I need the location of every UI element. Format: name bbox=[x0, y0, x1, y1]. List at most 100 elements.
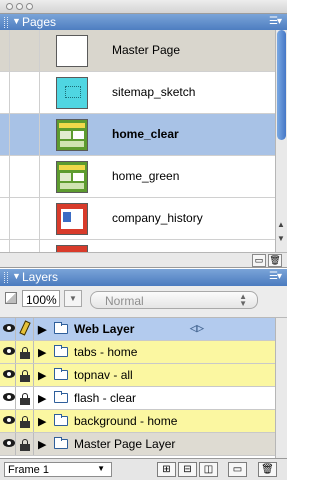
blend-mode-value: Normal bbox=[105, 294, 144, 308]
page-name: sitemap_sketch bbox=[112, 85, 196, 99]
layers-scrollbar[interactable] bbox=[275, 318, 287, 458]
frame-select[interactable]: Frame 1 ▼ bbox=[4, 462, 112, 477]
folder-icon bbox=[54, 414, 68, 426]
page-thumbnail bbox=[56, 245, 88, 252]
eye-icon[interactable] bbox=[3, 393, 15, 401]
close-window-button[interactable] bbox=[6, 3, 13, 10]
grip-icon[interactable] bbox=[4, 17, 8, 28]
page-name: Master Page bbox=[112, 43, 181, 57]
layer-name: Master Page Layer bbox=[74, 437, 176, 451]
page-row-gutter bbox=[0, 30, 10, 71]
page-row-gutter bbox=[0, 156, 10, 197]
page-thumbnail bbox=[56, 77, 88, 109]
frame-select-value: Frame 1 bbox=[8, 464, 49, 476]
page-thumbnail bbox=[56, 203, 88, 235]
folder-icon bbox=[54, 322, 68, 334]
eye-icon[interactable] bbox=[3, 347, 15, 355]
expand-arrow-icon[interactable]: ▶ bbox=[38, 392, 46, 405]
layer-name: background - home bbox=[74, 414, 178, 428]
add-mask-icon[interactable]: ◫ bbox=[199, 462, 218, 477]
layer-row-web-layer[interactable]: ▶ Web Layer ◁▷ bbox=[0, 318, 275, 341]
layer-row-background-home[interactable]: ▶ background - home bbox=[0, 410, 275, 433]
blend-mode-select[interactable]: Normal ▲ ▼ bbox=[90, 291, 258, 309]
pages-scrollbar[interactable]: ▲ ▼ bbox=[275, 30, 287, 252]
panel-options-menu-icon[interactable]: ☰▾ bbox=[269, 16, 282, 27]
grip-icon[interactable] bbox=[4, 272, 8, 283]
layers-footer: Frame 1 ▼ ⊞ ⊟ ◫ ▭ 🗑 bbox=[0, 458, 287, 480]
pages-scroll-thumb[interactable] bbox=[277, 30, 286, 140]
layer-name: Web Layer bbox=[74, 322, 135, 336]
layers-controls: 100% ▼ Normal ▲ ▼ bbox=[0, 286, 287, 318]
scroll-down-arrow-icon[interactable]: ▼ bbox=[277, 234, 285, 243]
page-row-gutter bbox=[0, 72, 10, 113]
page-row-column bbox=[10, 114, 40, 155]
page-thumbnail bbox=[56, 119, 88, 151]
page-row-column bbox=[10, 30, 40, 71]
eye-icon[interactable] bbox=[3, 324, 15, 332]
delete-layer-icon[interactable]: 🗑 bbox=[258, 462, 277, 477]
layer-name: flash - clear bbox=[74, 391, 137, 405]
panel-options-menu-icon[interactable]: ☰▾ bbox=[269, 271, 282, 282]
delete-page-icon[interactable]: 🗑 bbox=[268, 254, 282, 267]
folder-icon bbox=[54, 368, 68, 380]
new-sub-layer-icon[interactable]: ⊞ bbox=[157, 462, 176, 477]
folder-icon bbox=[54, 437, 68, 449]
page-thumbnail bbox=[56, 35, 88, 67]
lock-icon[interactable] bbox=[20, 370, 30, 382]
folder-icon bbox=[54, 345, 68, 357]
expand-arrow-icon[interactable]: ▶ bbox=[38, 415, 46, 428]
lock-icon[interactable] bbox=[20, 439, 30, 451]
minimize-window-button[interactable] bbox=[16, 3, 23, 10]
page-row-company-history[interactable]: company_history bbox=[0, 198, 275, 240]
folder-icon bbox=[54, 391, 68, 403]
layer-row-flash-clear[interactable]: ▶ flash - clear bbox=[0, 387, 275, 410]
share-across-frames-icon[interactable]: ◁▷ bbox=[190, 323, 204, 334]
page-row-partial[interactable] bbox=[0, 240, 275, 252]
layers-list: ▶ Web Layer ◁▷ ▶ tabs - home ▶ topnav - … bbox=[0, 318, 287, 458]
pencil-icon bbox=[18, 321, 30, 337]
layer-name: topnav - all bbox=[74, 368, 133, 382]
lock-icon[interactable] bbox=[20, 393, 30, 405]
collapse-triangle-icon[interactable]: ▼ bbox=[12, 16, 21, 26]
zoom-window-button[interactable] bbox=[26, 3, 33, 10]
page-name: home_green bbox=[112, 169, 180, 183]
collapse-triangle-icon[interactable]: ▼ bbox=[12, 271, 21, 281]
layer-row-tabs-home[interactable]: ▶ tabs - home bbox=[0, 341, 275, 364]
expand-arrow-icon[interactable]: ▶ bbox=[38, 438, 46, 451]
eye-icon[interactable] bbox=[3, 439, 15, 447]
new-bitmap-image-icon[interactable]: ▭ bbox=[228, 462, 247, 477]
pages-panel-title: Pages bbox=[22, 15, 57, 29]
page-row-master-page[interactable]: Master Page bbox=[0, 30, 275, 72]
layer-name: tabs - home bbox=[74, 345, 138, 359]
scroll-up-arrow-icon[interactable]: ▲ bbox=[277, 220, 285, 229]
eye-icon[interactable] bbox=[3, 416, 15, 424]
select-chevron-icon: ▲ ▼ bbox=[239, 292, 247, 308]
page-row-column bbox=[10, 156, 40, 197]
new-page-icon[interactable]: ▭ bbox=[252, 254, 266, 267]
page-row-gutter bbox=[0, 240, 10, 252]
opacity-input[interactable]: 100% bbox=[22, 290, 60, 307]
page-row-home-clear[interactable]: home_clear bbox=[0, 114, 275, 156]
opacity-dropdown-icon[interactable]: ▼ bbox=[64, 290, 82, 307]
chevron-down-icon: ▼ bbox=[97, 464, 105, 473]
pages-panel-header[interactable]: ▼ Pages ☰▾ bbox=[0, 14, 287, 31]
opacity-icon bbox=[5, 292, 17, 304]
page-thumbnail bbox=[56, 161, 88, 193]
new-layer-icon[interactable]: ⊟ bbox=[178, 462, 197, 477]
page-row-gutter bbox=[0, 114, 10, 155]
layers-panel-header[interactable]: ▼ Layers ☰▾ bbox=[0, 269, 287, 286]
expand-arrow-icon[interactable]: ▶ bbox=[38, 323, 46, 336]
page-row-home-green[interactable]: home_green bbox=[0, 156, 275, 198]
pages-list: Master Page sitemap_sketch home_clear ho… bbox=[0, 30, 287, 252]
page-row-gutter bbox=[0, 198, 10, 239]
page-row-column bbox=[10, 240, 40, 252]
expand-arrow-icon[interactable]: ▶ bbox=[38, 369, 46, 382]
pages-toolbar: ▭ 🗑 bbox=[0, 252, 287, 268]
layer-row-topnav-all[interactable]: ▶ topnav - all bbox=[0, 364, 275, 387]
page-row-sitemap-sketch[interactable]: sitemap_sketch bbox=[0, 72, 275, 114]
layer-row-master-page-layer[interactable]: ▶ Master Page Layer bbox=[0, 433, 275, 456]
expand-arrow-icon[interactable]: ▶ bbox=[38, 346, 46, 359]
lock-icon[interactable] bbox=[20, 416, 30, 428]
eye-icon[interactable] bbox=[3, 370, 15, 378]
lock-icon[interactable] bbox=[20, 347, 30, 359]
